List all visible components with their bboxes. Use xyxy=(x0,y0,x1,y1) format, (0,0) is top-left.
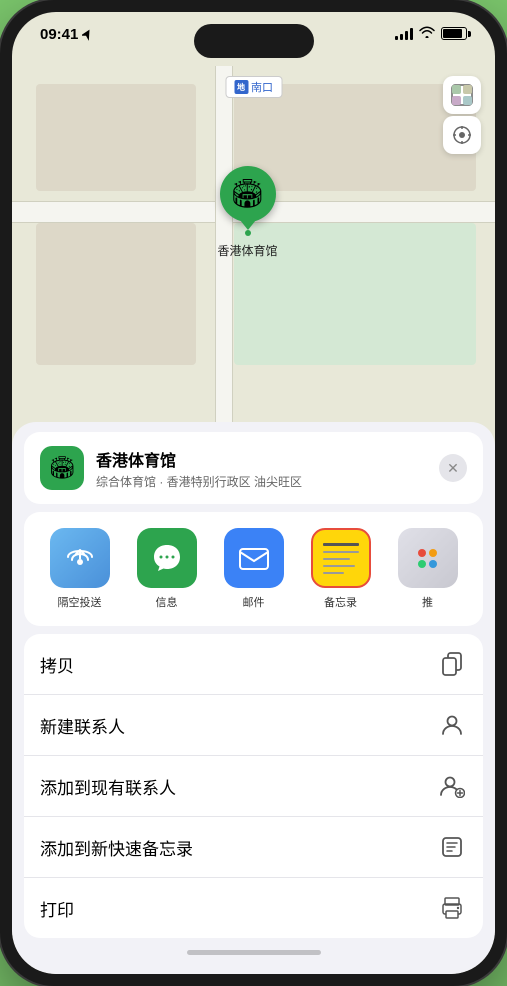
action-add-notes[interactable]: 添加到新快速备忘录 xyxy=(24,817,483,878)
share-item-airdrop[interactable]: 隔空投送 xyxy=(36,528,123,610)
messages-label: 信息 xyxy=(156,594,178,610)
share-row: 隔空投送 信息 xyxy=(24,512,483,626)
bottom-sheet: 🏟 香港体育馆 综合体育馆 · 香港特别行政区 油尖旺区 ✕ xyxy=(12,422,495,974)
wifi-icon xyxy=(419,26,435,41)
mail-label: 邮件 xyxy=(243,594,265,610)
print-icon xyxy=(437,893,467,923)
share-item-messages[interactable]: 信息 xyxy=(123,528,210,610)
venue-close-button[interactable]: ✕ xyxy=(439,454,467,482)
action-copy-label: 拷贝 xyxy=(40,652,74,677)
pin-label: 香港体育馆 xyxy=(217,242,277,259)
airdrop-label: 隔空投送 xyxy=(58,594,102,610)
more-apps-icon xyxy=(398,528,458,588)
time-display: 09:41 xyxy=(40,26,78,43)
share-item-notes[interactable]: 备忘录 xyxy=(297,528,384,610)
venue-name: 香港体育馆 xyxy=(96,447,427,471)
map-label-subway-icon: 地 xyxy=(234,80,248,94)
location-button[interactable] xyxy=(443,116,481,154)
home-bar xyxy=(187,950,321,955)
mail-icon xyxy=(224,528,284,588)
status-time: 09:41 xyxy=(40,26,92,43)
stadium-icon: 🏟 xyxy=(230,180,266,208)
action-add-existing-label: 添加到现有联系人 xyxy=(40,774,176,799)
battery-icon xyxy=(441,27,467,40)
action-print[interactable]: 打印 xyxy=(24,878,483,938)
action-new-contact[interactable]: 新建联系人 xyxy=(24,695,483,756)
action-add-notes-label: 添加到新快速备忘录 xyxy=(40,835,193,860)
venue-icon: 🏟 xyxy=(40,446,84,490)
action-new-contact-label: 新建联系人 xyxy=(40,713,125,738)
venue-card: 🏟 香港体育馆 综合体育馆 · 香港特别行政区 油尖旺区 ✕ xyxy=(24,432,483,504)
location-arrow-icon xyxy=(82,29,92,41)
phone-screen: 09:41 xyxy=(12,12,495,974)
signal-icon xyxy=(395,28,413,40)
map-type-button[interactable] xyxy=(443,76,481,114)
new-contact-icon xyxy=(437,710,467,740)
share-item-mail[interactable]: 邮件 xyxy=(210,528,297,610)
add-notes-icon xyxy=(437,832,467,862)
map-label-text: 南口 xyxy=(251,79,273,95)
action-list: 拷贝 新建联系人 xyxy=(24,634,483,938)
more-label: 推 xyxy=(422,594,433,610)
map-block-3 xyxy=(36,223,195,365)
dynamic-island xyxy=(194,24,314,58)
share-item-more[interactable]: 推 xyxy=(384,528,471,610)
map-block-1 xyxy=(36,84,195,191)
venue-subtitle: 综合体育馆 · 香港特别行政区 油尖旺区 xyxy=(96,473,427,490)
map-area[interactable]: 地 南口 xyxy=(12,66,495,422)
home-indicator xyxy=(12,938,495,974)
messages-icon xyxy=(137,528,197,588)
map-label-nankou: 地 南口 xyxy=(225,76,282,98)
notes-icon xyxy=(311,528,371,588)
add-existing-icon xyxy=(437,771,467,801)
phone-frame: 09:41 xyxy=(0,0,507,986)
stadium-pin[interactable]: 🏟 香港体育馆 xyxy=(217,166,277,259)
action-copy[interactable]: 拷贝 xyxy=(24,634,483,695)
pin-dot xyxy=(244,230,250,236)
action-print-label: 打印 xyxy=(40,896,74,921)
map-controls xyxy=(443,76,481,154)
notes-label: 备忘录 xyxy=(324,594,357,610)
action-add-existing[interactable]: 添加到现有联系人 xyxy=(24,756,483,817)
venue-info: 香港体育馆 综合体育馆 · 香港特别行政区 油尖旺区 xyxy=(96,447,427,490)
pin-circle: 🏟 xyxy=(219,166,275,222)
status-icons xyxy=(395,26,467,41)
airdrop-icon xyxy=(50,528,110,588)
copy-icon xyxy=(437,649,467,679)
